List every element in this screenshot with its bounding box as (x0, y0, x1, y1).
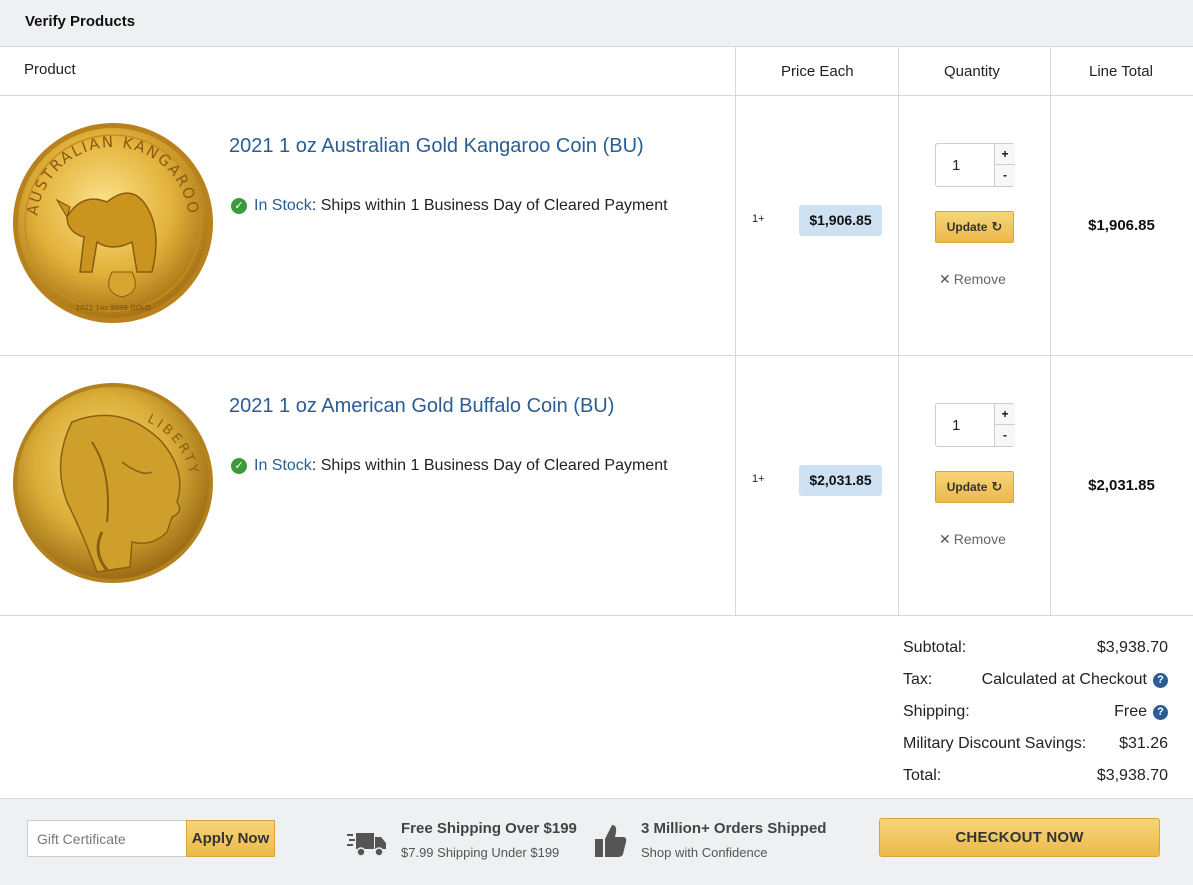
column-header-price-label: Price Each (781, 63, 854, 80)
product-name-link[interactable]: 2021 1 oz American Gold Buffalo Coin (BU… (229, 395, 614, 418)
question-circle-icon[interactable]: ? (1153, 672, 1168, 688)
checkout-now-button[interactable]: CHECKOUT NOW (879, 818, 1160, 857)
price-tier: 1+ (752, 213, 765, 225)
question-circle-icon[interactable]: ? (1153, 704, 1168, 720)
refresh-icon: ↻ (991, 219, 1003, 234)
stock-status: ✓ In Stock : Ships within 1 Business Day… (231, 457, 668, 475)
update-button-label: Update (946, 220, 988, 234)
promo-orders-sub: Shop with Confidence (641, 845, 768, 860)
shipping-detail: : Ships within 1 Business Day of Cleared… (311, 197, 668, 214)
promo-free-shipping-title: Free Shipping Over $199 (401, 820, 577, 837)
promo-free-shipping-sub: $7.99 Shipping Under $199 (401, 845, 560, 860)
column-header-quantity: Quantity (898, 47, 1050, 96)
tax-label: Tax: (903, 671, 933, 688)
subtotal-value: $3,938.70 (1097, 639, 1168, 657)
x-icon: ✕ (939, 271, 951, 287)
quantity-input[interactable] (936, 404, 994, 446)
column-header-product: Product (0, 47, 735, 96)
price-each-badge: $1,906.85 (799, 205, 882, 236)
in-stock-label: In Stock (254, 197, 312, 214)
remove-button[interactable]: ✕ Remove (939, 271, 1006, 288)
shipping-value: Free? (1114, 703, 1168, 721)
promo-orders-title: 3 Million+ Orders Shipped (641, 820, 827, 837)
total-value: $3,938.70 (1097, 767, 1168, 785)
thumbs-up-icon (595, 825, 627, 857)
quantity-stepper: + - (935, 403, 1015, 447)
refresh-icon: ↻ (991, 479, 1003, 494)
tax-amount: Calculated at Checkout (981, 671, 1147, 688)
tax-value: Calculated at Checkout? (982, 671, 1168, 689)
shipping-amount: Free (1114, 703, 1147, 720)
column-header-product-label: Product (24, 61, 76, 78)
quantity-increment-button[interactable]: + (994, 404, 1015, 425)
discount-value: $31.26 (1119, 735, 1168, 753)
kangaroo-coin-image[interactable]: AUSTRALIAN KANGAROO 2021 1oz 9999 GOLD (12, 122, 214, 324)
page-title: Verify Products (25, 13, 136, 30)
verify-products-header: Verify Products (0, 0, 1193, 47)
truck-icon (347, 833, 386, 857)
cart-row: LIBERTY 2021 1 oz American Gold Buffalo … (0, 356, 1193, 616)
quantity-increment-button[interactable]: + (994, 144, 1015, 165)
total-label: Total: (903, 767, 942, 784)
update-button[interactable]: Update ↻ (935, 211, 1014, 243)
quantity-stepper: + - (935, 143, 1015, 187)
svg-text:2021 1oz 9999 GOLD: 2021 1oz 9999 GOLD (76, 304, 151, 312)
quantity-decrement-button[interactable]: - (994, 425, 1015, 446)
update-button[interactable]: Update ↻ (935, 471, 1014, 503)
remove-button[interactable]: ✕ Remove (939, 531, 1006, 548)
update-button-label: Update (946, 480, 988, 494)
price-tier: 1+ (752, 473, 765, 485)
buffalo-coin-graphic: LIBERTY (13, 383, 213, 583)
product-name-link[interactable]: 2021 1 oz Australian Gold Kangaroo Coin … (229, 135, 644, 158)
stock-status: ✓ In Stock : Ships within 1 Business Day… (231, 197, 668, 215)
remove-label: Remove (953, 531, 1006, 547)
column-header-line-total: Line Total (1050, 47, 1193, 96)
column-header-quantity-label: Quantity (944, 63, 1000, 80)
check-circle-icon: ✓ (231, 198, 247, 214)
in-stock-label: In Stock (254, 457, 312, 474)
apply-now-button[interactable]: Apply Now (186, 820, 275, 857)
discount-amount: $31.26 (1119, 735, 1168, 752)
discount-label: Military Discount Savings: (903, 735, 1087, 752)
kangaroo-coin-graphic: AUSTRALIAN KANGAROO 2021 1oz 9999 GOLD (13, 123, 213, 323)
line-total-value: $1,906.85 (1088, 217, 1155, 234)
column-header-line-total-label: Line Total (1089, 63, 1153, 80)
quantity-input[interactable] (936, 144, 994, 186)
x-icon: ✕ (939, 531, 951, 547)
gift-certificate-input[interactable] (27, 820, 187, 857)
cart-footer: Apply Now Free Shipping Over $199 $7.99 … (0, 798, 1193, 885)
shipping-label: Shipping: (903, 703, 970, 720)
cart-row: AUSTRALIAN KANGAROO 2021 1oz 9999 GOLD 2… (0, 96, 1193, 356)
quantity-decrement-button[interactable]: - (994, 165, 1015, 186)
subtotal-amount: $3,938.70 (1096, 639, 1168, 656)
buffalo-coin-image[interactable]: LIBERTY (12, 382, 214, 584)
price-each-badge: $2,031.85 (799, 465, 882, 496)
column-header-price: Price Each (735, 47, 898, 96)
total-amount: $3,938.70 (1096, 767, 1168, 784)
shipping-detail: : Ships within 1 Business Day of Cleared… (311, 457, 668, 474)
remove-label: Remove (953, 271, 1006, 287)
subtotal-label: Subtotal: (903, 639, 967, 656)
check-circle-icon: ✓ (231, 458, 247, 474)
line-total-value: $2,031.85 (1088, 477, 1155, 494)
